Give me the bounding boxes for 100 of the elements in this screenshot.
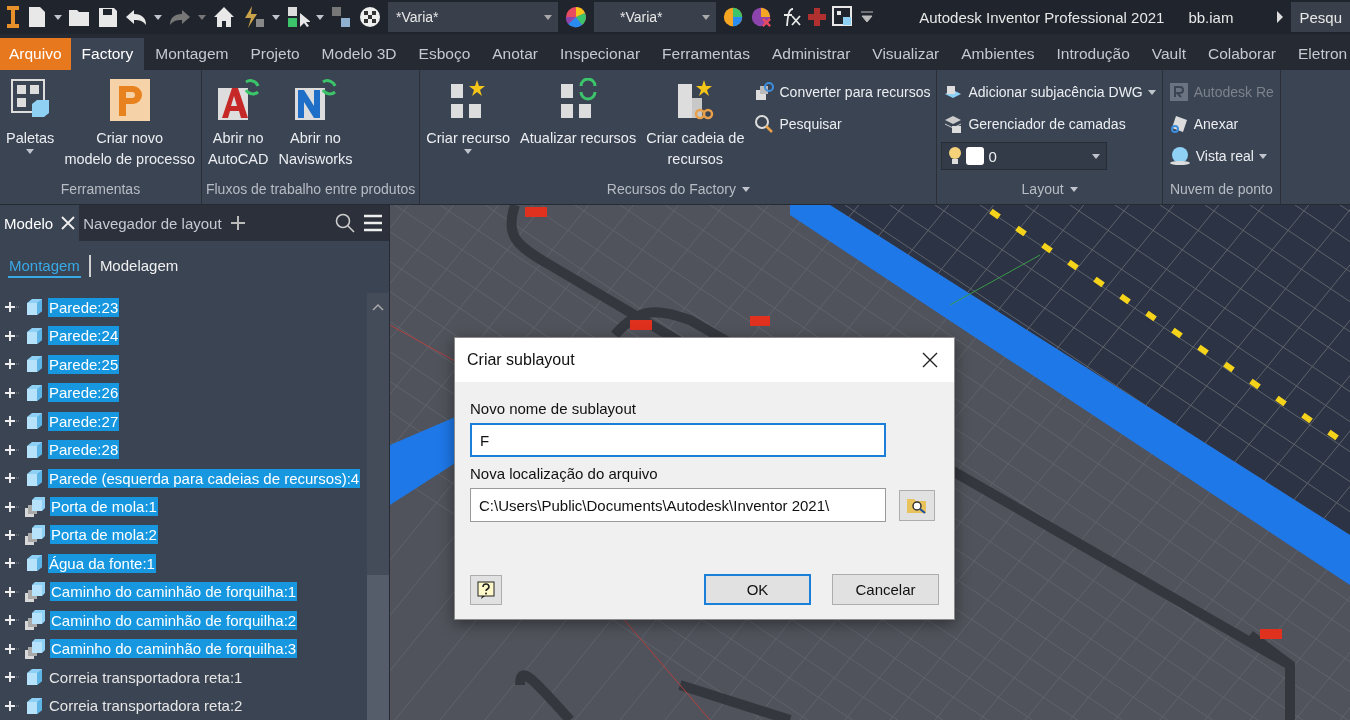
expand-icon[interactable] bbox=[4, 329, 20, 342]
assembly-icon bbox=[24, 524, 46, 546]
color-wheel-icon[interactable] bbox=[750, 6, 772, 28]
expand-icon[interactable] bbox=[4, 443, 20, 456]
ribbon-tab[interactable]: Factory bbox=[70, 38, 145, 70]
expand-icon[interactable] bbox=[4, 500, 20, 513]
ribbon-button[interactable]: Converter para recursos bbox=[752, 78, 933, 106]
ribbon-tab[interactable]: Modelo 3D bbox=[310, 38, 408, 70]
style-dropdown[interactable]: *Varia* bbox=[388, 2, 558, 32]
save-icon[interactable] bbox=[98, 6, 118, 28]
plus-icon[interactable] bbox=[808, 8, 826, 26]
ribbon-button[interactable]: Atualizar recursos bbox=[518, 76, 639, 174]
dialog-button[interactable]: Cancelar bbox=[832, 574, 939, 605]
ribbon-tab[interactable]: Anotar bbox=[481, 38, 549, 70]
process-model-icon bbox=[108, 78, 151, 122]
search-icon[interactable] bbox=[335, 213, 355, 233]
ribbon-tab[interactable]: Projeto bbox=[239, 38, 311, 70]
ribbon-tab[interactable]: Inspecionar bbox=[548, 38, 652, 70]
ribbon-button[interactable]: Abrir no Navisworks bbox=[276, 76, 355, 174]
tree-item[interactable]: Correia transportadora reta:1 bbox=[48, 667, 244, 687]
browser-tab[interactable]: Modelo bbox=[0, 205, 80, 241]
ribbon-tab[interactable]: Visualizar bbox=[861, 38, 951, 70]
help-button[interactable] bbox=[470, 574, 502, 605]
layer-dropdown[interactable]: 0 bbox=[941, 142, 1108, 170]
expand-icon[interactable] bbox=[4, 671, 20, 684]
ribbon-button[interactable]: Abrir no AutoCAD bbox=[205, 76, 271, 174]
text-field[interactable]: C:\Users\Public\Documents\Autodesk\Inventor 2021\ bbox=[470, 488, 886, 522]
expand-icon[interactable] bbox=[4, 614, 20, 627]
part-icon bbox=[24, 439, 44, 460]
home-icon[interactable] bbox=[212, 5, 236, 29]
ribbon-tab[interactable]: Montagem bbox=[144, 38, 240, 70]
expand-icon[interactable] bbox=[4, 557, 20, 570]
tree-item[interactable]: Correia transportadora reta:2 bbox=[48, 696, 244, 716]
ribbon-tab[interactable]: Ferramentas bbox=[651, 38, 761, 70]
browser-tab[interactable]: Navegador de layout bbox=[79, 205, 226, 241]
panel-title[interactable]: Layout bbox=[941, 174, 1158, 204]
expand-icon[interactable] bbox=[4, 529, 20, 541]
window-title: Autodesk Inventor Professional 2021 bbox=[919, 8, 1165, 26]
ribbon-button[interactable]: Criar cadeia de recursos bbox=[644, 76, 747, 174]
app-logo-icon[interactable] bbox=[6, 5, 20, 29]
ribbon-tab[interactable]: Introdução bbox=[1045, 38, 1141, 70]
ribbon-button[interactable]: Criar novo modelo de processo bbox=[62, 76, 197, 174]
caret-icon bbox=[54, 14, 62, 20]
ribbon-tab[interactable]: Administrar bbox=[760, 38, 862, 70]
scrollbar-thumb[interactable] bbox=[367, 575, 389, 720]
checkered-sphere-icon[interactable] bbox=[358, 5, 382, 29]
expand-icon[interactable] bbox=[4, 699, 20, 712]
expand-icon[interactable] bbox=[4, 301, 20, 314]
text-field[interactable]: F bbox=[470, 423, 886, 457]
ribbon-button[interactable]: Anexar bbox=[1166, 110, 1276, 138]
select-cursor-icon[interactable] bbox=[286, 5, 310, 29]
add-tab-icon[interactable] bbox=[229, 215, 246, 231]
assembly-icon bbox=[24, 580, 46, 603]
sphere-icon bbox=[1168, 146, 1191, 166]
ribbon-tab[interactable]: Vault bbox=[1140, 38, 1197, 70]
caret-icon bbox=[1258, 153, 1267, 159]
ribbon-button[interactable]: Adicionar subjacência DWG bbox=[941, 78, 1158, 106]
color-wheel-icon[interactable] bbox=[564, 5, 588, 29]
expand-icon[interactable] bbox=[4, 472, 20, 485]
expand-icon[interactable] bbox=[4, 386, 20, 399]
expand-arrow-icon[interactable] bbox=[1275, 10, 1286, 24]
view-tab[interactable]: Modelagem bbox=[98, 254, 180, 278]
scroll-up-icon[interactable] bbox=[372, 303, 384, 311]
appearance-dropdown[interactable]: *Varia* bbox=[594, 2, 716, 32]
expand-icon[interactable] bbox=[4, 585, 20, 598]
search-field[interactable]: Pesqu bbox=[1291, 2, 1350, 32]
ribbon-button[interactable]: Gerenciador de camadas bbox=[941, 110, 1158, 138]
assembly-icon bbox=[24, 637, 46, 660]
panel-title[interactable]: Recursos do Factory bbox=[424, 174, 933, 204]
expand-icon[interactable] bbox=[4, 358, 20, 371]
color-wheel-icon[interactable] bbox=[722, 6, 744, 28]
customize-caret-icon[interactable] bbox=[860, 10, 874, 24]
grid-icon[interactable] bbox=[832, 6, 854, 28]
panel-title: Fluxos de trabalho entre produtos bbox=[205, 180, 416, 199]
undo-icon[interactable] bbox=[124, 7, 148, 27]
expand-icon[interactable] bbox=[4, 415, 20, 428]
autocad-icon bbox=[216, 78, 261, 122]
ribbon-button[interactable]: Paletas bbox=[4, 76, 57, 174]
caret-icon bbox=[1069, 186, 1078, 192]
lightning-icon[interactable] bbox=[242, 5, 266, 29]
browse-button[interactable] bbox=[899, 489, 935, 521]
new-file-icon[interactable] bbox=[26, 5, 48, 29]
ribbon-tab[interactable]: Colaborar bbox=[1196, 38, 1287, 70]
ribbon-button[interactable]: Criar recurso bbox=[424, 76, 513, 174]
close-icon[interactable] bbox=[61, 216, 76, 230]
ribbon-button[interactable]: Vista real bbox=[1166, 142, 1276, 170]
caret-icon bbox=[1147, 89, 1156, 95]
ribbon-tab[interactable]: Eletron bbox=[1287, 38, 1350, 70]
dialog-button[interactable]: OK bbox=[704, 574, 811, 605]
view-tab[interactable]: Montagem bbox=[8, 254, 81, 278]
ribbon-tab[interactable]: Esboço bbox=[407, 38, 482, 70]
ribbon-tab[interactable]: Ambientes bbox=[950, 38, 1046, 70]
ribbon-button[interactable]: Pesquisar bbox=[752, 110, 933, 138]
menu-icon[interactable] bbox=[363, 214, 383, 232]
redo-icon[interactable] bbox=[168, 7, 192, 27]
part-icon bbox=[24, 325, 44, 346]
expand-icon[interactable] bbox=[4, 642, 20, 655]
caret-icon bbox=[544, 14, 552, 20]
part-icon bbox=[24, 354, 44, 375]
part-icon bbox=[24, 382, 44, 403]
